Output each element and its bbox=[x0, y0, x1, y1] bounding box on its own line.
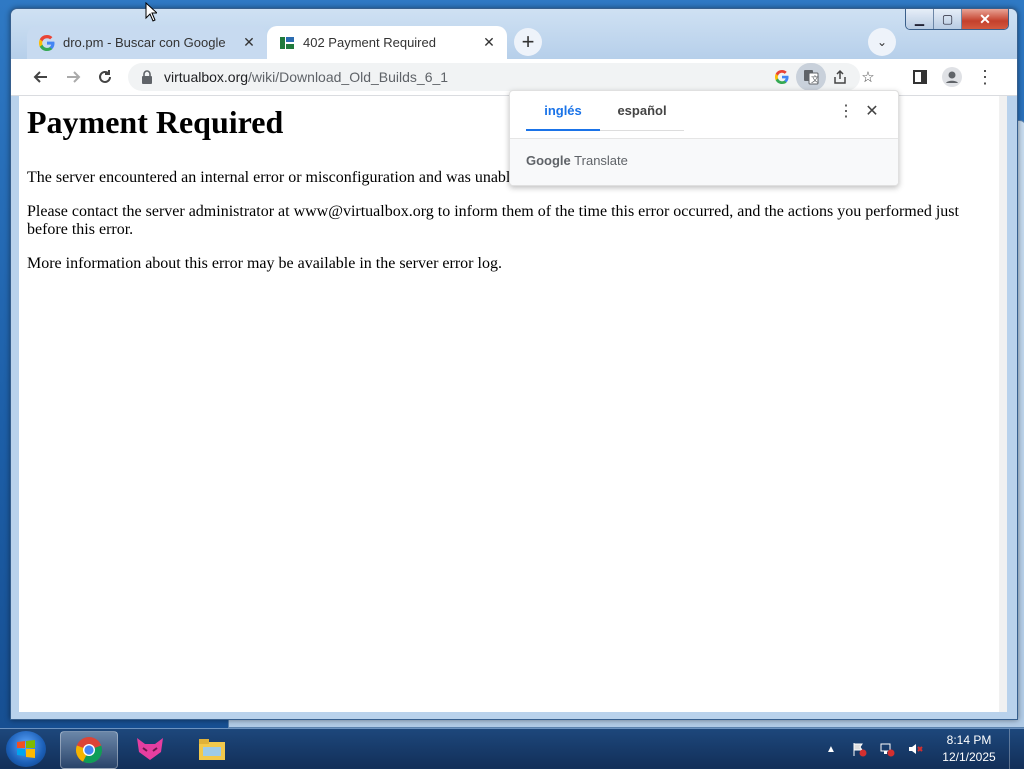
error-paragraph-2: Please contact the server administrator … bbox=[27, 203, 959, 238]
minimize-button[interactable]: ▁ bbox=[906, 9, 934, 29]
reload-icon bbox=[99, 70, 111, 83]
url-path: /wiki/Download_Old_Builds_6_1 bbox=[248, 69, 449, 85]
google-icon bbox=[39, 34, 55, 51]
arrow-right-icon bbox=[67, 71, 81, 83]
clock-date: 12/1/2025 bbox=[942, 750, 996, 764]
google-translate-brand: Google Translate bbox=[526, 153, 628, 168]
tab-target-language[interactable]: español bbox=[600, 91, 684, 131]
profile-button[interactable] bbox=[940, 65, 964, 89]
new-tab-button[interactable]: + bbox=[514, 28, 542, 56]
omnibox-actions: 文 ☆ bbox=[768, 63, 882, 91]
tab-strip: dro.pm - Buscar con Google ✕ 402 Payment… bbox=[27, 24, 507, 59]
start-button[interactable] bbox=[6, 731, 46, 767]
maximize-button[interactable]: ▢ bbox=[934, 9, 962, 29]
error-paragraph-3: More information about this error may be… bbox=[27, 255, 502, 272]
tab-search-button[interactable]: ⌄ bbox=[868, 28, 896, 56]
tab-payment-required[interactable]: 402 Payment Required ✕ bbox=[267, 26, 507, 59]
more-options-icon[interactable]: ⋮ bbox=[838, 103, 854, 120]
window-controls: ▁ ▢ ✕ bbox=[905, 9, 1009, 30]
tab-label: 402 Payment Required bbox=[303, 35, 436, 50]
close-tab-icon[interactable]: ✕ bbox=[481, 34, 497, 51]
arrow-left-icon bbox=[33, 71, 47, 83]
url-host: virtualbox.org bbox=[164, 69, 249, 85]
page-content: Payment Required The server encountered … bbox=[19, 96, 1007, 712]
page-title: Payment Required bbox=[27, 104, 284, 140]
fox-app-icon bbox=[137, 738, 163, 760]
tab-source-language[interactable]: inglés bbox=[526, 91, 600, 131]
lock-icon[interactable] bbox=[140, 70, 154, 84]
menu-button[interactable]: ⋮ bbox=[973, 65, 997, 89]
translate-popup: inglés español ⋮ ✕ Google Translate bbox=[509, 90, 899, 186]
taskbar-explorer[interactable] bbox=[184, 731, 240, 767]
tab-label: dro.pm - Buscar con Google bbox=[63, 35, 226, 50]
title-bar[interactable]: ▁ ▢ ✕ dro.pm - Buscar con Google ✕ 402 P… bbox=[11, 9, 1017, 59]
share-icon[interactable] bbox=[826, 63, 854, 91]
scrollbar[interactable] bbox=[999, 96, 1007, 712]
kebab-menu-icon: ⋮ bbox=[976, 66, 994, 87]
taskbar-chrome[interactable] bbox=[60, 731, 118, 769]
side-panel-button[interactable] bbox=[908, 65, 932, 89]
address-bar[interactable]: virtualbox.org/wiki/Download_Old_Builds_… bbox=[128, 63, 875, 91]
tab-google-search[interactable]: dro.pm - Buscar con Google ✕ bbox=[27, 26, 267, 59]
browser-window: ▁ ▢ ✕ dro.pm - Buscar con Google ✕ 402 P… bbox=[10, 8, 1018, 720]
action-center-flag-icon[interactable] bbox=[845, 735, 873, 763]
google-lens-icon[interactable] bbox=[768, 63, 796, 91]
system-tray: ▲ 8:14 PM 12/1/2025 bbox=[817, 729, 1024, 769]
close-window-button[interactable]: ✕ bbox=[962, 9, 1008, 29]
side-panel-icon bbox=[913, 70, 927, 84]
brand-translate: Translate bbox=[574, 153, 628, 168]
close-tab-icon[interactable]: ✕ bbox=[241, 34, 257, 51]
clock[interactable]: 8:14 PM 12/1/2025 bbox=[929, 732, 1009, 766]
back-button[interactable] bbox=[29, 65, 53, 89]
chevron-down-icon: ⌄ bbox=[876, 35, 888, 49]
url-text[interactable]: virtualbox.org/wiki/Download_Old_Builds_… bbox=[164, 69, 448, 85]
avatar-icon bbox=[942, 67, 962, 87]
reload-button[interactable] bbox=[93, 65, 117, 89]
forward-button[interactable] bbox=[61, 65, 85, 89]
popup-footer: Google Translate bbox=[510, 139, 898, 185]
mouse-cursor-icon bbox=[145, 2, 157, 22]
folder-icon bbox=[199, 739, 225, 760]
virtualbox-icon bbox=[279, 35, 295, 51]
network-icon[interactable] bbox=[873, 735, 901, 763]
svg-text:文: 文 bbox=[811, 74, 819, 84]
bookmark-star-icon[interactable]: ☆ bbox=[854, 63, 882, 91]
translate-icon[interactable]: 文 bbox=[796, 63, 826, 91]
close-popup-icon[interactable]: ✕ bbox=[864, 103, 880, 120]
brand-google: Google bbox=[526, 153, 571, 168]
language-tabs: inglés español bbox=[526, 91, 684, 131]
volume-muted-icon[interactable] bbox=[901, 735, 929, 763]
clock-time: 8:14 PM bbox=[946, 733, 992, 747]
taskbar: ▲ 8:14 PM 12/1/2025 bbox=[0, 728, 1024, 769]
windows-logo-icon bbox=[17, 740, 35, 758]
show-desktop-button[interactable] bbox=[1009, 729, 1024, 769]
taskbar-app-fox[interactable] bbox=[122, 731, 178, 767]
show-hidden-icons-icon[interactable]: ▲ bbox=[817, 735, 845, 763]
chrome-icon bbox=[75, 737, 103, 764]
